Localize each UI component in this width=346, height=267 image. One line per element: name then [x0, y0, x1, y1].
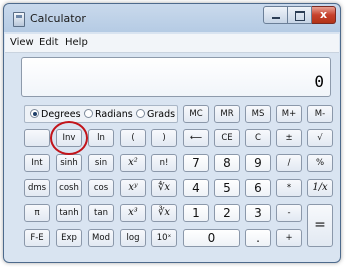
reciprocal-button[interactable]: 1/x	[307, 179, 333, 197]
m-minus-button[interactable]: M-	[307, 105, 333, 123]
power-button[interactable]: xʸ	[120, 179, 146, 197]
grads-radio[interactable]	[136, 109, 145, 118]
mod-button[interactable]: Mod	[88, 229, 114, 247]
grads-label[interactable]: Grads	[147, 109, 175, 120]
menu-view[interactable]: View	[10, 37, 34, 48]
ce-button[interactable]: CE	[214, 129, 240, 147]
digit-6-button[interactable]: 6	[245, 179, 271, 197]
add-button[interactable]: +	[276, 229, 302, 247]
digit-9-button[interactable]: 9	[245, 154, 271, 172]
power-label: xʸ	[128, 182, 138, 193]
square-label: x²	[128, 157, 138, 168]
tanh-button[interactable]: tanh	[56, 204, 82, 222]
digit-7-button[interactable]: 7	[183, 154, 209, 172]
title-bar[interactable]: Calculator x	[4, 4, 340, 32]
sin-button[interactable]: sin	[88, 154, 114, 172]
cosh-button[interactable]: cosh	[56, 179, 82, 197]
digit-0-button[interactable]: 0	[183, 229, 240, 247]
dms-button[interactable]: dms	[24, 179, 50, 197]
menu-bar: View Edit Help	[5, 34, 339, 53]
plus-minus-button[interactable]: ±	[276, 129, 302, 147]
mc-button[interactable]: MC	[183, 105, 209, 123]
yroot-label: ∜x	[157, 182, 170, 193]
degrees-radio[interactable]	[30, 109, 39, 118]
sinh-button[interactable]: sinh	[56, 154, 82, 172]
digit-2-button[interactable]: 2	[214, 204, 240, 222]
divide-button[interactable]: /	[276, 154, 302, 172]
ln-button[interactable]: ln	[88, 129, 114, 147]
mr-button[interactable]: MR	[214, 105, 240, 123]
minimize-button[interactable]	[263, 6, 288, 24]
close-button[interactable]: x	[312, 6, 336, 24]
cube-root-label: ∛x	[157, 207, 170, 218]
calculator-app-icon	[13, 12, 25, 27]
digit-4-button[interactable]: 4	[183, 179, 209, 197]
percent-button[interactable]: %	[307, 154, 333, 172]
menu-help[interactable]: Help	[65, 37, 88, 48]
backspace-button[interactable]: ⟵	[183, 129, 209, 147]
subtract-button[interactable]: -	[276, 204, 302, 222]
clear-button[interactable]: C	[245, 129, 271, 147]
open-paren-button[interactable]: (	[120, 129, 146, 147]
exp-button[interactable]: Exp	[56, 229, 82, 247]
ms-button[interactable]: MS	[245, 105, 271, 123]
radians-label[interactable]: Radians	[95, 109, 133, 120]
tan-button[interactable]: tan	[88, 204, 114, 222]
digit-5-button[interactable]: 5	[214, 179, 240, 197]
angle-mode-group: Degrees Radians Grads	[24, 105, 178, 123]
window-title: Calculator	[30, 12, 86, 25]
blank-key	[24, 129, 50, 147]
sqrt-button[interactable]: √	[307, 129, 333, 147]
cos-button[interactable]: cos	[88, 179, 114, 197]
log-button[interactable]: log	[120, 229, 146, 247]
close-paren-button[interactable]: )	[151, 129, 177, 147]
result-display: 0	[21, 57, 331, 97]
m-plus-button[interactable]: M+	[276, 105, 302, 123]
fe-button[interactable]: F-E	[24, 229, 50, 247]
maximize-button[interactable]	[288, 6, 312, 24]
int-button[interactable]: Int	[24, 154, 50, 172]
square-button[interactable]: x²	[120, 154, 146, 172]
cube-button[interactable]: x³	[120, 204, 146, 222]
inv-highlight-circle	[50, 121, 88, 155]
yroot-button[interactable]: ∜x	[151, 179, 177, 197]
menu-edit[interactable]: Edit	[39, 37, 58, 48]
digit-8-button[interactable]: 8	[214, 154, 240, 172]
decimal-button[interactable]: .	[245, 229, 271, 247]
degrees-label[interactable]: Degrees	[41, 109, 81, 120]
equals-button[interactable]: =	[307, 204, 333, 247]
display-value: 0	[314, 72, 324, 91]
reciprocal-label: 1/x	[312, 182, 328, 193]
radians-radio[interactable]	[84, 109, 93, 118]
cube-root-button[interactable]: ∛x	[151, 204, 177, 222]
factorial-button[interactable]: n!	[151, 154, 177, 172]
digit-3-button[interactable]: 3	[245, 204, 271, 222]
digit-1-button[interactable]: 1	[183, 204, 209, 222]
pi-button[interactable]: π	[24, 204, 50, 222]
cube-label: x³	[128, 207, 138, 218]
multiply-button[interactable]: *	[276, 179, 302, 197]
ten-power-button[interactable]: 10ˣ	[151, 229, 177, 247]
